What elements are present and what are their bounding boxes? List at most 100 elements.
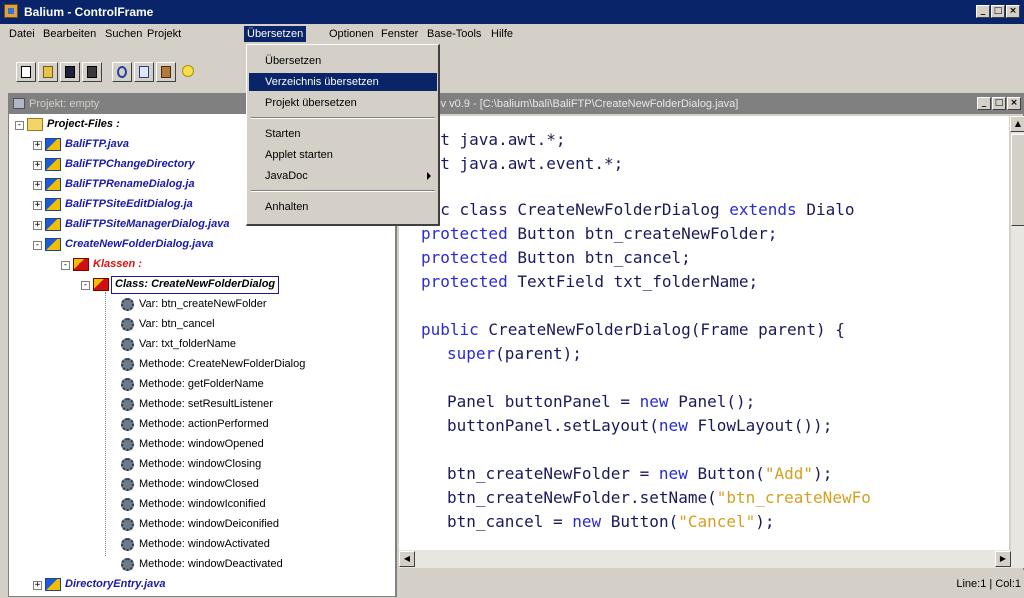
menu-hilfe[interactable]: Hilfe	[488, 26, 516, 42]
menu-item-verzeichnis-uebersetzen[interactable]: Verzeichnis übersetzen	[249, 73, 437, 91]
tree-member[interactable]: Methode: windowDeiconified	[139, 516, 279, 532]
menu-item-starten[interactable]: Starten	[249, 125, 437, 143]
title-bar: Balium - ControlFrame _ □ ×	[0, 0, 1024, 24]
java-file-icon	[45, 138, 61, 151]
tree-member[interactable]: Methode: windowDeactivated	[139, 556, 283, 572]
gear-icon	[121, 538, 134, 551]
menu-item-javadoc[interactable]: JavaDoc	[249, 167, 437, 185]
cursor-position: Line:1 | Col:1	[956, 578, 1021, 590]
menu-item-projekt-uebersetzen[interactable]: Projekt übersetzen	[249, 94, 437, 112]
tree-file[interactable]: BaliFTPSiteManagerDialog.java	[65, 216, 229, 232]
minimize-icon[interactable]: _	[977, 97, 991, 110]
gear-icon	[121, 558, 134, 571]
tree-file[interactable]: BaliFTPRenameDialog.ja	[65, 176, 195, 192]
cut-icon	[117, 66, 127, 78]
menu-bearbeiten[interactable]: Bearbeiten	[40, 26, 99, 42]
tree-expand-icon[interactable]: +	[33, 141, 42, 150]
tree-classes-label[interactable]: Klassen :	[93, 256, 142, 272]
code-line: btn_cancel = new Button("Cancel");	[447, 512, 775, 531]
tree-member[interactable]: Methode: windowClosing	[139, 456, 261, 472]
save-all-icon	[87, 66, 97, 78]
cut-button[interactable]	[112, 62, 132, 82]
save-all-button[interactable]	[82, 62, 102, 82]
menu-item-uebersetzen[interactable]: Übersetzen	[249, 52, 437, 70]
maximize-icon[interactable]: □	[991, 5, 1005, 18]
close-icon[interactable]: ×	[1007, 97, 1021, 110]
java-file-icon	[45, 218, 61, 231]
toolbar	[0, 44, 1024, 94]
horizontal-scrollbar[interactable]: ◀ ▶	[399, 550, 1011, 568]
tree-collapse-icon[interactable]: -	[61, 261, 70, 270]
tree-member[interactable]: Var: btn_cancel	[139, 316, 215, 332]
tree-member[interactable]: Var: btn_createNewFolder	[139, 296, 267, 312]
tree-member[interactable]: Methode: windowIconified	[139, 496, 266, 512]
app-icon	[4, 4, 18, 18]
tree-expand-icon[interactable]: +	[33, 201, 42, 210]
scroll-right-icon[interactable]: ▶	[995, 551, 1011, 567]
code-line: super(parent);	[447, 344, 582, 363]
tree-expand-icon[interactable]: +	[33, 161, 42, 170]
tree-member[interactable]: Methode: CreateNewFolderDialog	[139, 356, 305, 372]
scroll-up-icon[interactable]: ▲	[1010, 116, 1024, 132]
maximize-icon[interactable]: □	[992, 97, 1006, 110]
save-button[interactable]	[60, 62, 80, 82]
tree-collapse-icon[interactable]: -	[15, 121, 24, 130]
save-icon	[65, 66, 75, 78]
classes-icon	[73, 258, 89, 271]
menu-datei[interactable]: Datei	[6, 26, 38, 42]
code-line: ort java.awt.*;	[421, 130, 566, 149]
tree-class-node[interactable]: Class: CreateNewFolderDialog	[111, 276, 280, 294]
tree-root-project-files[interactable]: Project-Files :	[47, 116, 120, 132]
tree-file[interactable]: BaliFTP.java	[65, 136, 129, 152]
menu-projekt[interactable]: Projekt	[144, 26, 184, 42]
vertical-scrollbar[interactable]: ▲	[1010, 116, 1024, 568]
gear-icon	[121, 298, 134, 311]
tree-collapse-icon[interactable]: -	[33, 241, 42, 250]
bulb-button[interactable]	[178, 62, 198, 82]
window-title: Balium - ControlFrame	[24, 5, 154, 19]
tree-file[interactable]: DirectoryEntry.java	[65, 576, 165, 592]
uebersetzen-dropdown-menu: Übersetzen Verzeichnis übersetzen Projek…	[246, 44, 440, 226]
menu-item-applet-starten[interactable]: Applet starten	[249, 146, 437, 164]
code-line: btn_createNewFolder.setName("btn_createN…	[447, 488, 871, 507]
gear-icon	[121, 458, 134, 471]
gear-icon	[121, 478, 134, 491]
tree-collapse-icon[interactable]: -	[81, 281, 90, 290]
tree-file[interactable]: BaliFTPChangeDirectory	[65, 156, 195, 172]
code-line: protected Button btn_createNewFolder;	[421, 224, 778, 243]
open-button[interactable]	[38, 62, 58, 82]
menu-base-tools[interactable]: Base-Tools	[424, 26, 484, 42]
java-file-icon	[45, 578, 61, 591]
scroll-left-icon[interactable]: ◀	[399, 551, 415, 567]
gear-icon	[121, 378, 134, 391]
tree-expand-icon[interactable]: +	[33, 581, 42, 590]
menu-fenster[interactable]: Fenster	[378, 26, 421, 42]
gear-icon	[121, 338, 134, 351]
copy-button[interactable]	[134, 62, 154, 82]
tree-file[interactable]: CreateNewFolderDialog.java	[65, 236, 214, 252]
minimize-icon[interactable]: _	[976, 5, 990, 18]
tree-member[interactable]: Methode: actionPerformed	[139, 416, 269, 432]
tree-member[interactable]: Methode: windowClosed	[139, 476, 259, 492]
menu-separator	[251, 117, 435, 119]
menu-uebersetzen[interactable]: Übersetzen	[244, 26, 307, 42]
code-line: lic class CreateNewFolderDialog extends …	[421, 200, 855, 219]
tree-member[interactable]: Methode: windowOpened	[139, 436, 264, 452]
vertical-scroll-thumb[interactable]	[1011, 134, 1024, 226]
menu-item-anhalten[interactable]: Anhalten	[249, 198, 437, 216]
tree-member[interactable]: Methode: windowActivated	[139, 536, 270, 552]
tree-expand-icon[interactable]: +	[33, 221, 42, 230]
tree-file[interactable]: BaliFTPSiteEditDialog.ja	[65, 196, 193, 212]
code-editor[interactable]: ort java.awt.*; ort java.awt.event.*; li…	[399, 116, 1009, 566]
tree-member[interactable]: Methode: setResultListener	[139, 396, 273, 412]
tree-member[interactable]: Var: txt_folderName	[139, 336, 236, 352]
tree-member[interactable]: Methode: getFolderName	[139, 376, 264, 392]
close-icon[interactable]: ×	[1006, 5, 1020, 18]
project-pane-title: Projekt: empty	[29, 98, 100, 110]
tree-expand-icon[interactable]: +	[33, 181, 42, 190]
paste-button[interactable]	[156, 62, 176, 82]
editor-window: kov v0.9 - [C:\balium\bali\BaliFTP\Creat…	[396, 93, 1024, 598]
new-file-button[interactable]	[16, 62, 36, 82]
menu-suchen[interactable]: Suchen	[102, 26, 145, 42]
menu-optionen[interactable]: Optionen	[326, 26, 377, 42]
